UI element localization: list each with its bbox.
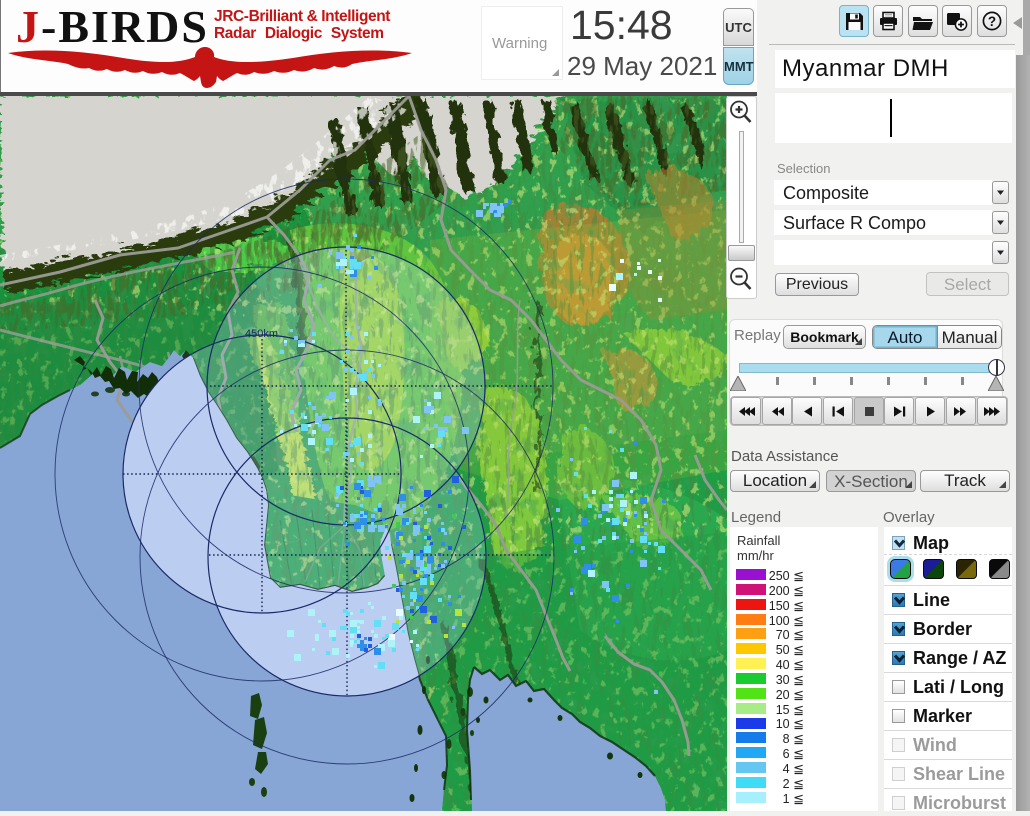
svg-text:?: ? bbox=[988, 14, 996, 29]
svg-text:450km: 450km bbox=[245, 328, 278, 340]
